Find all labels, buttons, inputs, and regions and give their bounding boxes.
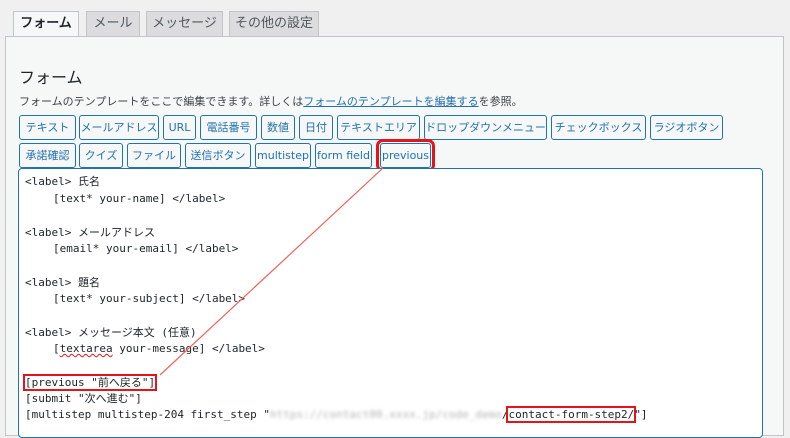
tag-button-previous[interactable]: previous [376,139,435,172]
tag-button-text[interactable]: テキスト [19,115,76,140]
tag-button-textarea[interactable]: テキストエリア [337,115,420,140]
code-text: your-message] </label> [112,342,265,355]
tag-button-dropdown[interactable]: ドロップダウンメニュー [424,115,547,140]
tab-messages[interactable]: メッセージ [146,11,223,36]
code-text: [ [53,342,60,355]
step-url-highlight: contact-form-step2/ [506,406,637,423]
code-line: [email* your-email] </label> [53,242,239,255]
code-line: [textarea your-message] </label> [53,341,265,357]
tag-button-date[interactable]: 日付 [299,115,333,140]
code-line: [submit "次へ進む"] [25,392,142,405]
code-line: [text* your-name] </label> [53,192,226,205]
tag-button-acceptance[interactable]: 承諾確認 [19,143,76,168]
tab-mail[interactable]: メール [86,11,140,36]
form-template-editor[interactable]: <label> 氏名 [text* your-name] </label> <l… [18,168,763,438]
code-line: <label> 題名 [25,276,100,289]
code-text: "] [634,408,648,421]
description-link[interactable]: フォームのテンプレートを編集する [303,95,478,108]
tab-form[interactable]: フォーム [13,11,79,37]
tag-button-tel[interactable]: 電話番号 [200,115,257,140]
tag-button-quiz[interactable]: クイズ [79,143,123,168]
code-line-previous: [previous "前へ戻る"] [22,374,158,391]
tag-button-checkbox[interactable]: チェックボックス [551,115,646,140]
tag-button-multistep[interactable]: multistep [255,143,311,168]
tag-button-url[interactable]: URL [163,115,196,140]
code-line-multistep: [multistep multistep-204 first_step "htt… [25,406,648,423]
previous-tag-highlight: [previous "前へ戻る"] [22,374,158,391]
code-line: <label> メールアドレス [25,226,155,239]
code-line: <label> 氏名 [25,175,100,188]
tag-button-file[interactable]: ファイル [127,143,181,168]
code-line: <label> メッセージ本文 (任意) [25,326,197,339]
panel-heading: フォーム [19,68,83,87]
tag-button-radio[interactable]: ラジオボタン [650,115,723,140]
tab-bar: フォーム メール メッセージ その他の設定 [0,0,790,37]
description-text: フォームのテンプレートをここで編集できます。詳しくは [19,95,304,108]
tag-button-submit[interactable]: 送信ボタン [185,143,251,168]
tag-button-form-field[interactable]: form field [315,143,372,168]
spellcheck-underline: textarea [59,342,113,355]
code-text: [multistep multistep-204 first_step " [25,408,271,421]
tag-button-email[interactable]: メールアドレス [79,115,159,140]
panel-description: フォームのテンプレートをここで編集できます。詳しくはフォームのテンプレートを編集… [19,93,523,109]
tag-button-number[interactable]: 数値 [261,115,295,140]
description-text-after: を参照。 [478,95,523,108]
blurred-url: https://contact00.xxxx.jp/code_demo [270,408,502,421]
tab-additional-settings[interactable]: その他の設定 [229,11,319,36]
code-line: [text* your-subject] </label> [53,292,246,305]
